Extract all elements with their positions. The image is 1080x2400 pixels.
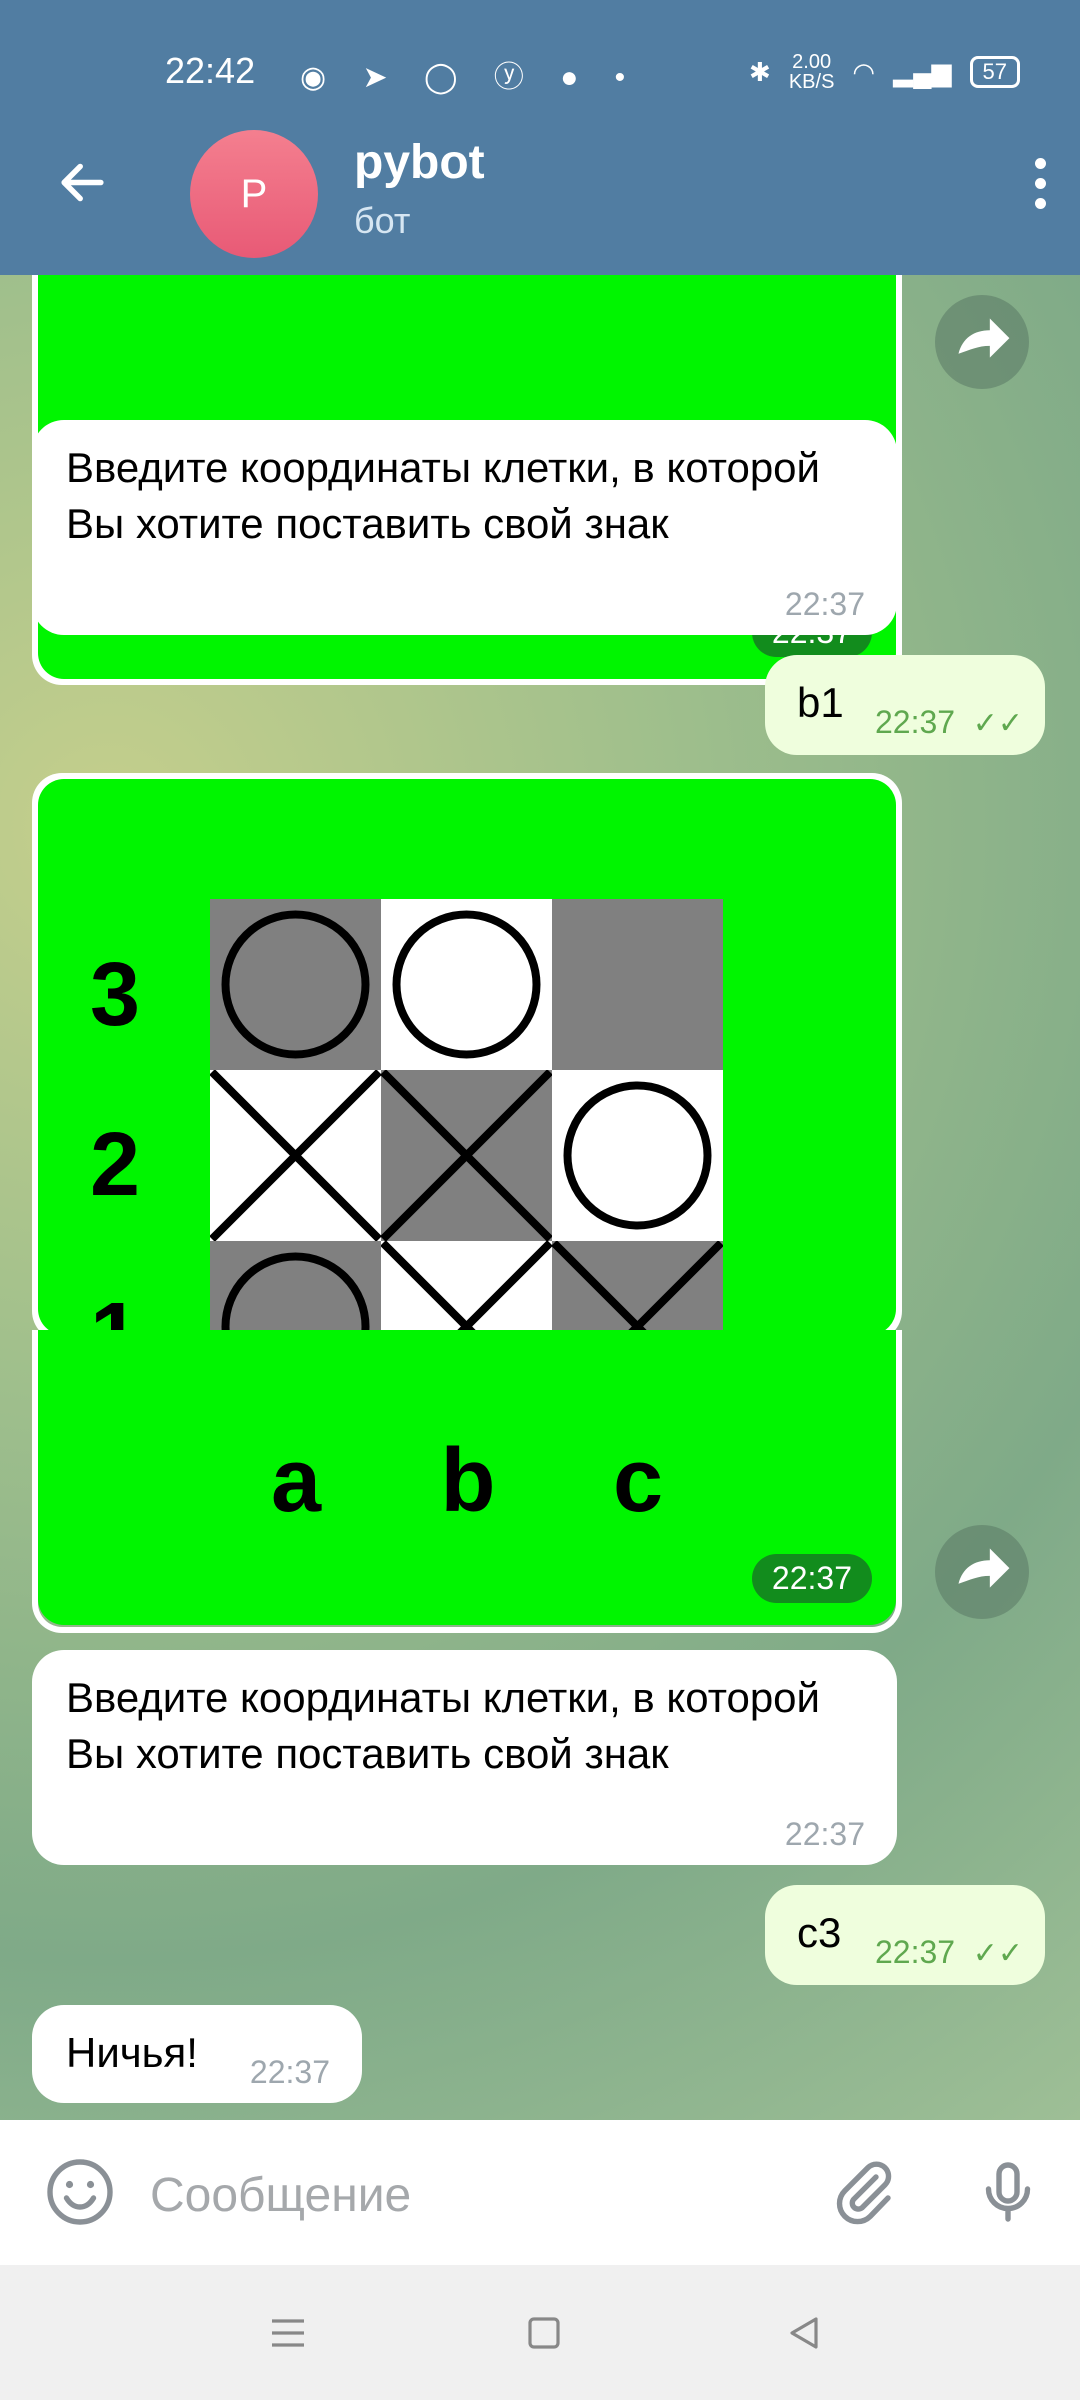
message-time: 22:37 bbox=[784, 1816, 865, 1852]
message-time: 22:37 bbox=[875, 1934, 956, 1970]
back-triangle-icon[interactable] bbox=[780, 2309, 828, 2357]
outgoing-message[interactable]: c3 22:37 ✓✓ bbox=[765, 1885, 1045, 1985]
chat-header: P pybot бот bbox=[0, 100, 1080, 275]
message-time: 22:37 bbox=[875, 704, 956, 740]
back-arrow-icon[interactable] bbox=[55, 155, 110, 210]
attach-icon[interactable] bbox=[828, 2156, 900, 2228]
message-time: 22:37 bbox=[249, 2054, 330, 2090]
column-label: b bbox=[440, 1431, 496, 1531]
recents-menu-icon[interactable] bbox=[264, 2309, 312, 2357]
battery-indicator: 57 bbox=[969, 56, 1020, 88]
message-input-bar: Сообщение bbox=[0, 2120, 1080, 2265]
message-time: 22:37 bbox=[751, 1554, 872, 1603]
board-cell bbox=[381, 899, 552, 1070]
signal-icon: ▂▄▆ bbox=[893, 56, 952, 87]
system-nav-bar bbox=[0, 2265, 1080, 2400]
share-arrow-icon bbox=[958, 1548, 1010, 1588]
board-cell bbox=[380, 1069, 553, 1242]
status-right: ✱ 2.00 KB/S ◠ ▂▄▆ 57 bbox=[749, 52, 1020, 92]
tic-tac-toe-board bbox=[209, 899, 724, 1335]
board-cell bbox=[210, 899, 381, 1070]
read-checks-icon: ✓✓ bbox=[972, 1937, 1023, 1970]
o-mark bbox=[221, 910, 370, 1059]
x-mark bbox=[380, 1069, 553, 1242]
board-image-footer: a b c 22:37 bbox=[38, 1330, 896, 1625]
board-cell bbox=[551, 1240, 724, 1335]
x-mark bbox=[380, 1240, 553, 1335]
board-cell bbox=[209, 1069, 382, 1242]
avatar[interactable]: P bbox=[190, 130, 318, 258]
message-text: Введите координаты клетки, в которой Вы … bbox=[66, 444, 820, 547]
board-cell bbox=[210, 1241, 381, 1335]
chat-title[interactable]: pybot bbox=[354, 135, 485, 190]
board-cell bbox=[380, 1240, 553, 1335]
forward-button[interactable] bbox=[935, 295, 1029, 389]
column-label: a bbox=[270, 1431, 322, 1531]
bluetooth-icon: ✱ bbox=[749, 56, 771, 87]
board-cell bbox=[552, 899, 723, 1070]
net-speed: 2.00 KB/S bbox=[789, 52, 835, 92]
o-mark bbox=[221, 1252, 370, 1335]
incoming-message[interactable]: Введите координаты клетки, в которой Вы … bbox=[32, 420, 897, 635]
o-mark bbox=[392, 910, 541, 1059]
chat-subtitle: бот bbox=[354, 200, 411, 241]
message-time: 22:37 bbox=[784, 586, 865, 622]
read-checks-icon: ✓✓ bbox=[972, 707, 1023, 740]
row-label: 2 bbox=[90, 1115, 141, 1215]
home-square-icon[interactable] bbox=[520, 2309, 568, 2357]
row-label: 3 bbox=[90, 945, 141, 1045]
notification-icons: ◉ ➤ ◯ ⓨ ● • bbox=[300, 61, 640, 94]
more-menu-icon[interactable] bbox=[1028, 158, 1052, 218]
incoming-message[interactable]: Ничья! 22:37 bbox=[32, 2005, 362, 2103]
x-mark bbox=[209, 1069, 382, 1242]
net-speed-unit: KB/S bbox=[788, 71, 835, 93]
column-label: c bbox=[612, 1431, 664, 1531]
x-mark bbox=[551, 1240, 724, 1335]
board-cell bbox=[552, 1070, 723, 1241]
wifi-icon: ◠ bbox=[852, 56, 876, 87]
microphone-icon[interactable] bbox=[972, 2156, 1044, 2228]
board-image-message[interactable]: 3 2 1 bbox=[32, 773, 902, 1341]
share-arrow-icon bbox=[958, 318, 1010, 358]
board-image: 3 2 1 bbox=[38, 779, 896, 1335]
o-mark bbox=[563, 1081, 712, 1230]
message-input[interactable]: Сообщение bbox=[150, 2168, 411, 2223]
message-text: Введите координаты клетки, в которой Вы … bbox=[66, 1674, 820, 1777]
net-speed-value: 2.00 bbox=[792, 51, 832, 73]
row-label: 1 bbox=[90, 1285, 141, 1335]
outgoing-message[interactable]: b1 22:37 ✓✓ bbox=[765, 655, 1045, 755]
forward-button[interactable] bbox=[935, 1525, 1029, 1619]
incoming-message[interactable]: Введите координаты клетки, в которой Вы … bbox=[32, 1650, 897, 1865]
emoji-icon[interactable] bbox=[44, 2156, 116, 2228]
status-time: 22:42 bbox=[165, 50, 256, 91]
